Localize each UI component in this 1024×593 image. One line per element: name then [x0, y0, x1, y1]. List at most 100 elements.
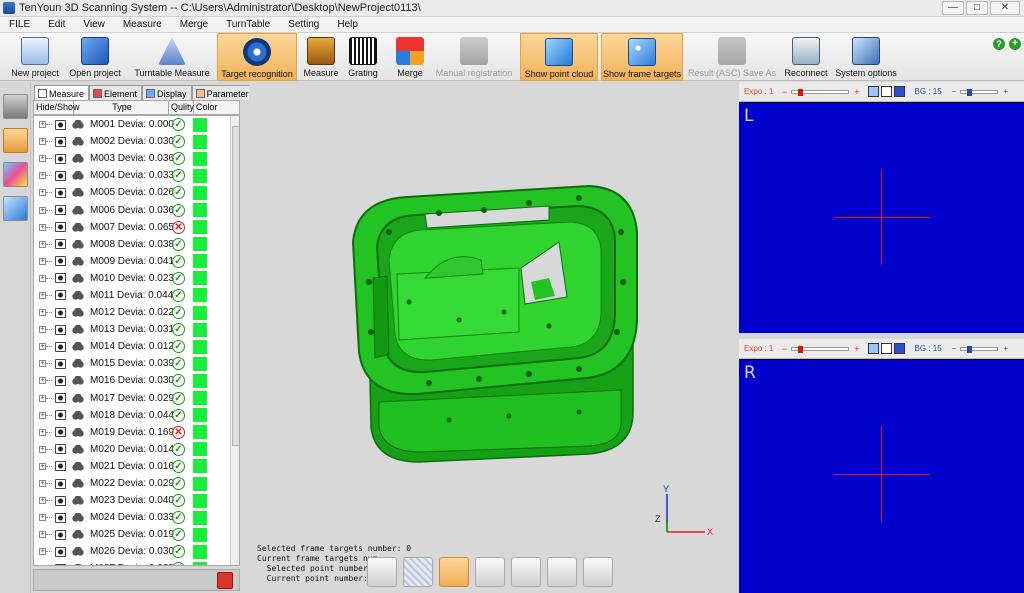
visibility-toggle-icon[interactable] — [55, 375, 66, 386]
color-swatch[interactable] — [193, 322, 207, 337]
list-item[interactable]: + M020 Devia: 0.014 ✓ — [34, 441, 239, 458]
expand-icon[interactable]: + — [39, 274, 46, 282]
color-swatch[interactable] — [193, 442, 207, 457]
new-project-button[interactable]: New project — [6, 33, 64, 81]
expand-icon[interactable]: + — [39, 326, 46, 334]
color-swatch[interactable] — [193, 168, 207, 183]
expo-slider-knob[interactable] — [798, 345, 804, 353]
visibility-toggle-icon[interactable] — [55, 444, 66, 455]
color-swatch[interactable] — [193, 459, 207, 474]
list-item[interactable]: + M013 Devia: 0.031 ✓ — [34, 321, 239, 338]
color-swatch[interactable] — [193, 391, 207, 406]
color-swatch[interactable] — [193, 339, 207, 354]
menu-view[interactable]: View — [74, 19, 114, 30]
expand-icon[interactable]: + — [39, 377, 46, 385]
measure-mode-icon[interactable] — [3, 128, 28, 153]
column-hide-show[interactable]: Hide/Show — [34, 101, 80, 114]
visibility-toggle-icon[interactable] — [55, 153, 66, 164]
color-swatch[interactable] — [193, 271, 207, 286]
expand-icon[interactable]: + — [39, 531, 46, 539]
delete-icon[interactable] — [217, 572, 233, 589]
visibility-toggle-icon[interactable] — [55, 136, 66, 147]
target-recognition-button[interactable]: Target recognition — [217, 33, 297, 81]
list-item[interactable]: + M001 Devia: 0.000 ✓ — [34, 116, 239, 133]
analysis-mode-icon[interactable] — [3, 196, 28, 221]
list-item[interactable]: + M009 Devia: 0.041 ✓ — [34, 253, 239, 270]
delete-points-icon[interactable] — [583, 557, 613, 587]
menu-turntable[interactable]: TurnTable — [217, 19, 279, 30]
expand-icon[interactable]: + — [39, 172, 46, 180]
turntable-measure-button[interactable]: Turntable Measure — [133, 33, 211, 81]
merge-button[interactable]: Merge — [392, 33, 428, 81]
camera-setting-icon[interactable] — [867, 86, 879, 97]
visibility-toggle-icon[interactable] — [55, 222, 66, 233]
reconnect-button[interactable]: Reconnect — [781, 33, 831, 81]
expand-icon[interactable]: + — [39, 514, 46, 522]
camera-image-icon[interactable] — [893, 86, 905, 97]
grating-button[interactable]: Grating — [344, 33, 382, 81]
minimize-button[interactable]: — — [942, 1, 964, 15]
color-swatch[interactable] — [193, 408, 207, 423]
visibility-toggle-icon[interactable] — [55, 461, 66, 472]
visibility-toggle-icon[interactable] — [55, 290, 66, 301]
visibility-toggle-icon[interactable] — [55, 205, 66, 216]
menu-setting[interactable]: Setting — [279, 19, 328, 30]
bg-slider-knob[interactable] — [967, 88, 973, 96]
camera-left-view[interactable]: L — [739, 103, 1024, 333]
tab-element[interactable]: Element — [89, 85, 143, 100]
list-scrollbar-thumb[interactable] — [232, 126, 239, 446]
expand-icon[interactable]: + — [39, 291, 46, 299]
color-swatch[interactable] — [193, 203, 207, 218]
visibility-toggle-icon[interactable] — [55, 119, 66, 130]
color-swatch[interactable] — [193, 151, 207, 166]
edit-pen-icon[interactable] — [547, 557, 577, 587]
list-item[interactable]: + M003 Devia: 0.036 ✓ — [34, 150, 239, 167]
bg-increase-button[interactable]: + — [1003, 87, 1008, 96]
color-swatch[interactable] — [193, 356, 207, 371]
visibility-toggle-icon[interactable] — [55, 239, 66, 250]
visibility-toggle-icon[interactable] — [55, 529, 66, 540]
expand-icon[interactable]: + — [39, 565, 46, 566]
show-frame-targets-button[interactable]: Show frame targets — [601, 33, 683, 81]
bg-decrease-button[interactable]: − — [952, 87, 957, 96]
expand-icon[interactable]: + — [39, 155, 46, 163]
expo-decrease-button[interactable]: − — [782, 344, 787, 354]
menu-help[interactable]: Help — [328, 19, 367, 30]
visibility-toggle-icon[interactable] — [55, 187, 66, 198]
color-swatch[interactable] — [193, 527, 207, 542]
visibility-toggle-icon[interactable] — [55, 256, 66, 267]
expand-icon[interactable]: + — [39, 257, 46, 265]
visibility-toggle-icon[interactable] — [55, 358, 66, 369]
zoom-fit-icon[interactable] — [367, 557, 397, 587]
list-item[interactable]: + M024 Devia: 0.033 ✓ — [34, 509, 239, 526]
expo-slider[interactable] — [791, 345, 850, 353]
tab-display[interactable]: Display — [142, 85, 192, 100]
expo-increase-button[interactable]: + — [854, 87, 859, 97]
expand-icon[interactable]: + — [39, 240, 46, 248]
expand-icon[interactable]: + — [39, 223, 46, 231]
expand-icon[interactable]: + — [39, 138, 46, 146]
visibility-toggle-icon[interactable] — [55, 478, 66, 489]
bg-slider[interactable] — [960, 88, 999, 96]
color-swatch[interactable] — [193, 373, 207, 388]
expo-decrease-button[interactable]: − — [782, 87, 787, 97]
manual-registration-button[interactable]: Manual registration — [434, 33, 514, 81]
list-item[interactable]: + M018 Devia: 0.044 ✓ — [34, 407, 239, 424]
grid-display-icon[interactable] — [403, 557, 433, 587]
list-item[interactable]: + M010 Devia: 0.023 ✓ — [34, 270, 239, 287]
expand-icon[interactable]: + — [39, 462, 46, 470]
column-type[interactable]: Type — [74, 101, 169, 114]
visibility-toggle-icon[interactable] — [55, 273, 66, 284]
open-project-button[interactable]: Open project — [66, 33, 124, 81]
color-swatch[interactable] — [193, 288, 207, 303]
expand-icon[interactable]: + — [39, 428, 46, 436]
expand-icon[interactable]: + — [39, 548, 46, 556]
visibility-toggle-icon[interactable] — [55, 546, 66, 557]
expand-icon[interactable]: + — [39, 411, 46, 419]
expand-icon[interactable]: + — [39, 497, 46, 505]
color-swatch[interactable] — [193, 493, 207, 508]
list-item[interactable]: + M008 Devia: 0.038 ✓ — [34, 236, 239, 253]
expand-icon[interactable]: + — [39, 343, 46, 351]
bg-slider[interactable] — [960, 345, 999, 353]
menu-measure[interactable]: Measure — [114, 19, 171, 30]
